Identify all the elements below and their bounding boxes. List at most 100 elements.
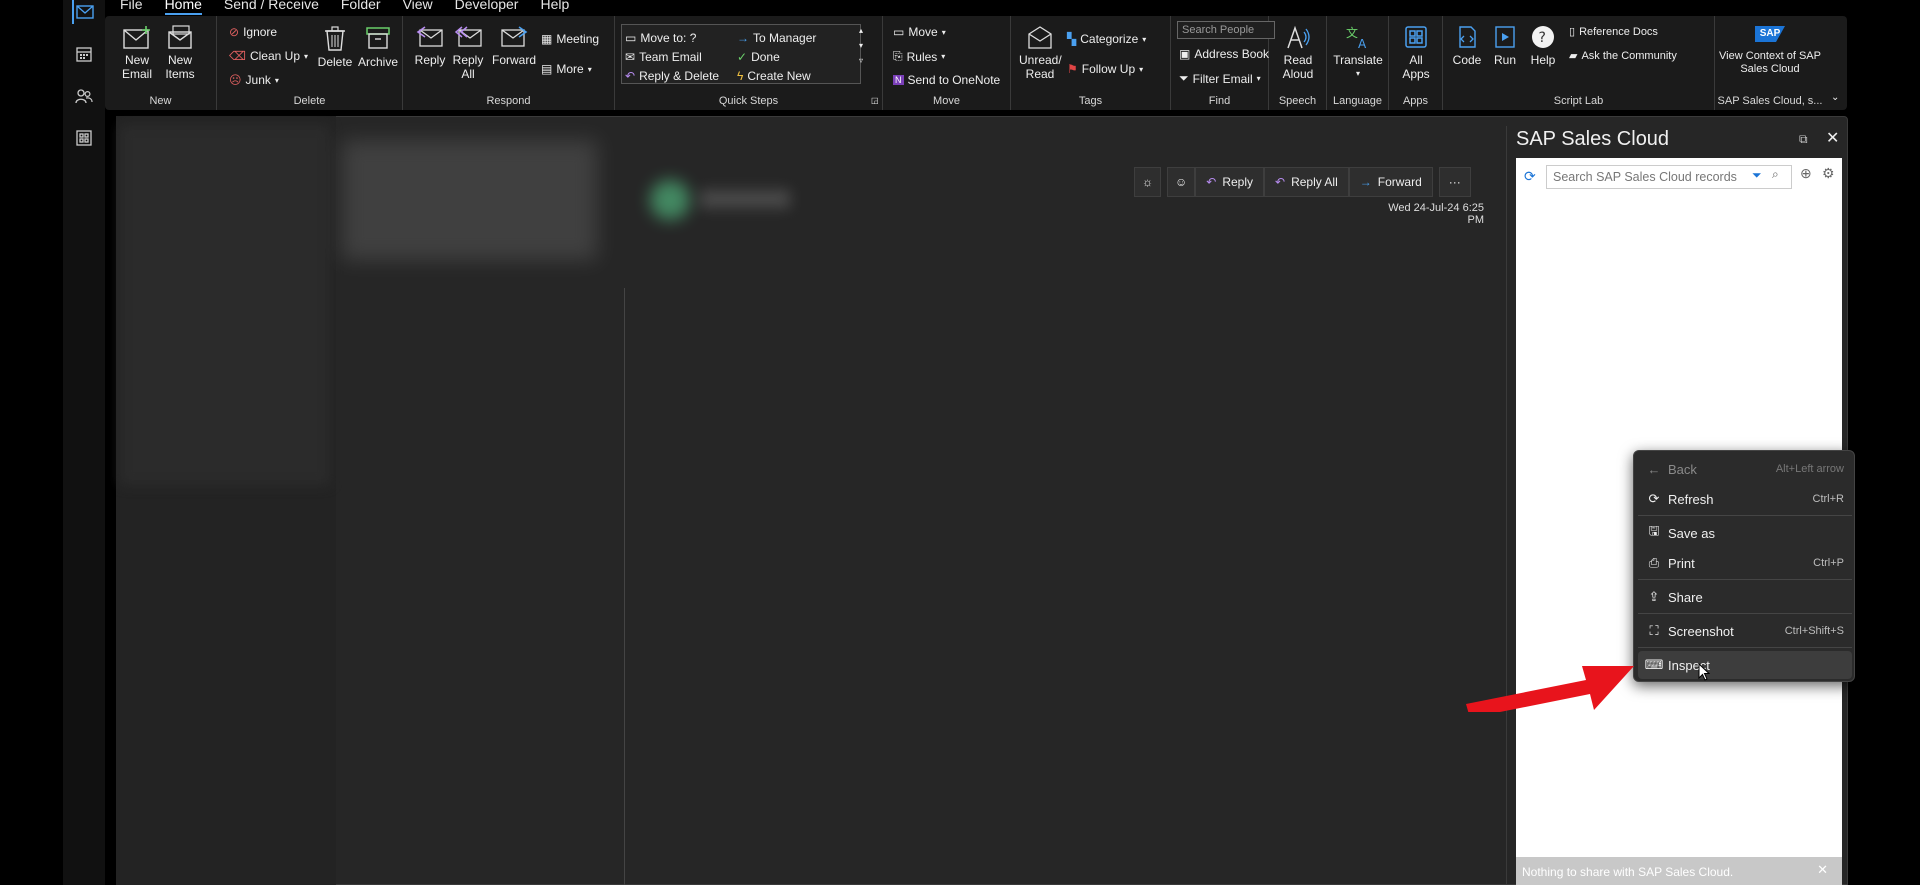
ctx-item-print[interactable]: ⎙ Print Ctrl+P: [1638, 549, 1852, 577]
group-find: Search People ▣ Address Book ⏷ Filter Emai…: [1171, 16, 1275, 110]
meeting-icon: ▦: [541, 32, 553, 46]
quick-steps-scroll[interactable]: ▴ ▾ ▿: [859, 26, 863, 65]
reply-all-button[interactable]: Reply All: [451, 24, 485, 81]
reply-button[interactable]: Reply: [413, 24, 447, 67]
junk-icon: ☹: [229, 73, 242, 87]
people-icon[interactable]: [72, 84, 96, 108]
qs-done[interactable]: ✓ Done: [737, 50, 780, 64]
search-people-input[interactable]: Search People: [1177, 21, 1275, 39]
ctx-item-back[interactable]: ← Back Alt+Left arrow: [1638, 455, 1852, 483]
svg-text:?: ?: [1539, 30, 1546, 46]
help-button[interactable]: ? Help: [1527, 24, 1559, 67]
settings-gear-icon[interactable]: ⚙: [1822, 165, 1835, 182]
view-context-sap-label: View Context of SAP Sales Cloud: [1719, 50, 1821, 75]
chevron-down-icon: ▾: [859, 41, 864, 50]
sync-icon[interactable]: ⟳: [1524, 168, 1536, 185]
group-respond: Reply Reply All Forward ▦ Meeting ▤ More ▾ …: [403, 16, 615, 110]
forward-button[interactable]: Forward: [491, 24, 537, 67]
context-menu: ← Back Alt+Left arrow ⟳ Refresh Ctrl+R 🖫…: [1633, 450, 1855, 682]
expand-gallery-icon: ▿: [859, 56, 864, 65]
group-new: New Email New Items New: [105, 16, 217, 110]
new-email-label: New Email: [121, 53, 152, 81]
clean-up-button[interactable]: ⌫ Clean Up ▾: [229, 49, 308, 63]
more-respond-button[interactable]: ▤ More ▾: [541, 62, 592, 76]
new-items-button[interactable]: New Items: [160, 24, 200, 81]
code-button[interactable]: Code: [1449, 24, 1485, 67]
ask-community-button[interactable]: ▰ Ask the Community: [1569, 49, 1677, 63]
ctx-item-screenshot[interactable]: ⛶ Screenshot Ctrl+Shift+S: [1638, 617, 1852, 645]
follow-up-button[interactable]: ⚑ Follow Up ▾: [1067, 62, 1143, 76]
qs-reply-delete[interactable]: ↶ Reply & Delete: [625, 69, 719, 83]
menu-view[interactable]: View: [403, 0, 433, 15]
pin-pane-icon[interactable]: ⧉: [1799, 132, 1808, 147]
ctx-back-shortcut: Alt+Left arrow: [1775, 463, 1844, 475]
theme-toggle-button[interactable]: ☼: [1134, 167, 1161, 197]
ignore-button[interactable]: ⊘ Ignore: [229, 25, 277, 39]
emoji-button[interactable]: ☺: [1167, 167, 1196, 197]
add-record-icon[interactable]: ⊕: [1800, 165, 1812, 182]
read-aloud-label: Read Aloud: [1282, 53, 1314, 81]
menu-folder[interactable]: Folder: [341, 0, 381, 15]
close-banner-icon[interactable]: ✕: [1817, 862, 1828, 878]
envelope-icon: ✉: [625, 50, 636, 64]
read-aloud-button[interactable]: Read Aloud: [1277, 24, 1319, 81]
unread-read-button[interactable]: Unread/ Read: [1019, 24, 1062, 81]
qs-team-email[interactable]: ✉ Team Email: [625, 50, 702, 64]
reading-reply-all-button[interactable]: ↶ Reply All: [1264, 167, 1349, 197]
ctx-print-label: Print: [1668, 555, 1695, 571]
ctx-item-refresh[interactable]: ⟳ Refresh Ctrl+R: [1638, 485, 1852, 513]
all-apps-button[interactable]: All Apps: [1397, 24, 1435, 81]
outlook-window: File Home Send / Receive Folder View Dev…: [0, 0, 1920, 885]
close-pane-icon[interactable]: ✕: [1826, 128, 1839, 148]
menu-home[interactable]: Home: [164, 0, 203, 15]
chevron-down-icon: ▾: [304, 51, 309, 61]
screenshot-icon: ⛶: [1649, 623, 1659, 638]
meeting-button[interactable]: ▦ Meeting: [541, 32, 599, 46]
dialog-launcher-icon[interactable]: ◲: [871, 96, 879, 105]
view-context-sap-button[interactable]: SAP View Context of SAP Sales Cloud: [1719, 24, 1821, 76]
junk-button[interactable]: ☹ Junk ▾: [229, 73, 279, 87]
menu-send-receive[interactable]: Send / Receive: [224, 0, 319, 15]
translate-button[interactable]: 文A Translate ▾: [1329, 24, 1387, 81]
menu-help[interactable]: Help: [540, 0, 569, 15]
archive-button[interactable]: Archive: [357, 24, 399, 69]
move-button[interactable]: ▭ Move ▾: [893, 25, 946, 39]
search-icon[interactable]: ⌕: [1772, 167, 1779, 182]
collapse-ribbon-icon[interactable]: ⌄: [1831, 92, 1839, 103]
delete-button[interactable]: Delete: [315, 24, 355, 69]
apps-grid-icon[interactable]: [72, 126, 96, 150]
mail-icon[interactable]: [72, 0, 96, 24]
ctx-save-as-label: Save as: [1668, 525, 1715, 541]
qs-create-new[interactable]: ϟ Create New: [737, 69, 811, 83]
ctx-screenshot-label: Screenshot: [1668, 623, 1734, 639]
reading-forward-button[interactable]: → Forward: [1348, 167, 1433, 197]
qs-reply-delete-label: Reply & Delete: [639, 69, 720, 83]
run-button[interactable]: Run: [1489, 24, 1521, 67]
menu-file[interactable]: File: [120, 0, 143, 15]
group-sap-label: SAP Sales Cloud, s...: [1717, 95, 1823, 107]
save-as-icon: 🖫: [1648, 523, 1660, 538]
group-delete: ⊘ Ignore ⌫ Clean Up ▾ ☹ Junk ▾ Delete Archive…: [217, 16, 403, 110]
reference-docs-button[interactable]: ▯ Reference Docs: [1569, 25, 1658, 39]
address-book-button[interactable]: ▣ Address Book: [1179, 47, 1269, 61]
reading-reply-button[interactable]: ↶ Reply: [1195, 167, 1265, 197]
categorize-button[interactable]: ▚ Categorize ▾: [1067, 32, 1146, 46]
rules-button[interactable]: ⎘ Rules ▾: [893, 49, 945, 64]
ctx-item-save-as[interactable]: 🖫 Save as: [1638, 519, 1852, 547]
filter-funnel-icon[interactable]: ⏷: [1752, 168, 1762, 183]
more-actions-button[interactable]: ···: [1438, 167, 1471, 197]
menu-developer[interactable]: Developer: [455, 0, 519, 15]
trash-icon: [325, 26, 345, 51]
group-delete-label: Delete: [293, 95, 326, 107]
address-book-icon: ▣: [1179, 47, 1191, 61]
rules-icon: ⎘: [893, 49, 903, 63]
onenote-button[interactable]: N Send to OneNote: [893, 73, 1000, 87]
ctx-item-share[interactable]: ⇪ Share: [1638, 583, 1852, 611]
ctx-separator: [1638, 613, 1852, 614]
filter-email-button[interactable]: ⏷ Filter Email ▾: [1179, 71, 1261, 86]
calendar-icon[interactable]: [72, 42, 96, 66]
new-email-button[interactable]: New Email: [119, 24, 155, 81]
qs-move-to[interactable]: ▭ Move to: ?: [625, 31, 696, 45]
ctx-item-inspect[interactable]: ⌨ Inspect: [1638, 651, 1852, 679]
qs-to-manager[interactable]: → To Manager: [737, 31, 816, 45]
